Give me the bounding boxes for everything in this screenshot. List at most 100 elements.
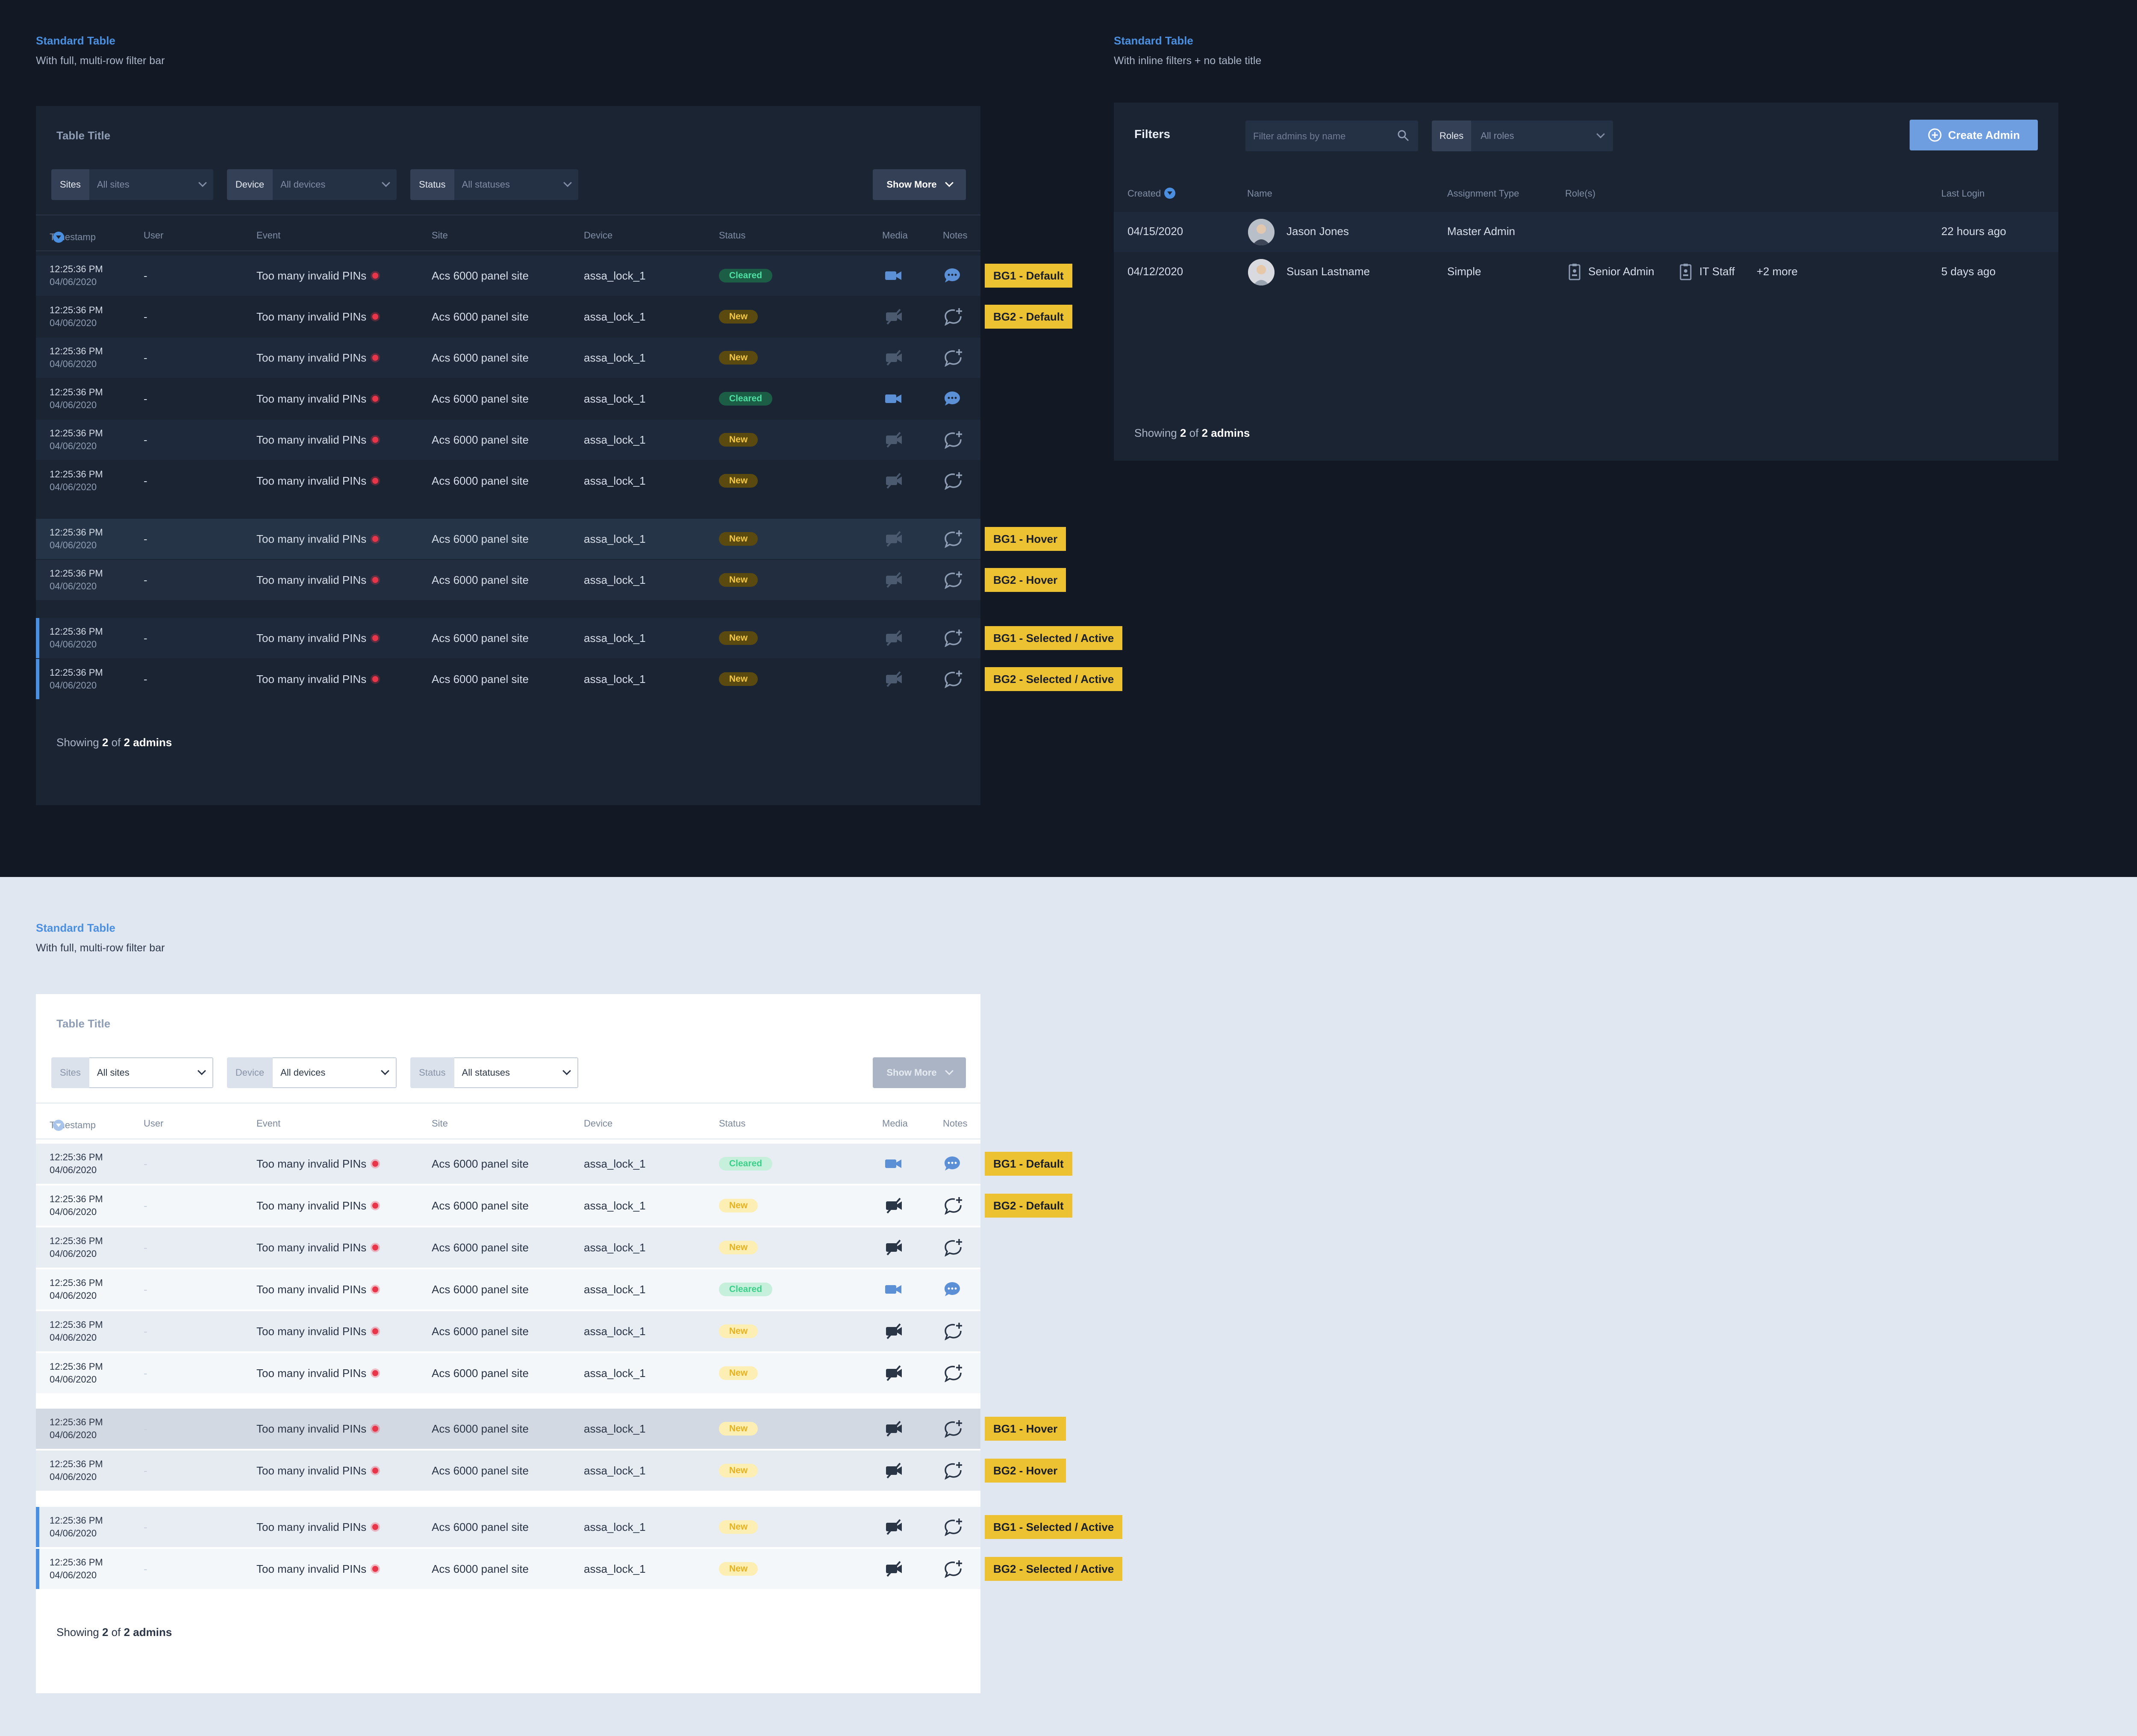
add-note-icon[interactable]	[944, 618, 963, 658]
table-row[interactable]: 12:25:36 PM 04/06/2020 - Too many invalid P…	[36, 519, 980, 559]
table-row[interactable]: 12:25:36 PM 04/06/2020 - Too many invalid P…	[36, 1451, 980, 1491]
admin-row[interactable]: 04/12/2020 Susan Lastname Simple Senior …	[1114, 252, 2058, 292]
chat-icon[interactable]	[944, 379, 961, 419]
filter-select[interactable]: All statuses	[454, 1057, 578, 1088]
state-label: BG1 - Selected / Active	[985, 1515, 1123, 1539]
date: 04/06/2020	[50, 277, 97, 287]
filter-select[interactable]: All sites	[89, 169, 213, 200]
table-footer: Showing 2 of 2 admins	[56, 736, 172, 749]
admin-name[interactable]: Susan Lastname	[1286, 265, 1370, 278]
chat-icon[interactable]	[944, 1144, 961, 1184]
video-off-icon[interactable]	[885, 1409, 903, 1449]
table-row[interactable]: 12:25:36 PM 04/06/2020 - Too many invalid P…	[36, 461, 980, 501]
search-icon[interactable]	[1397, 129, 1410, 142]
video-off-icon[interactable]	[885, 519, 903, 559]
video-off-icon[interactable]	[885, 1507, 903, 1547]
filter-device[interactable]: Device All devices	[227, 169, 397, 200]
filter-status[interactable]: Status All statuses	[410, 169, 578, 200]
time: 12:25:36 PM	[50, 264, 103, 274]
video-off-icon[interactable]	[885, 1186, 903, 1226]
video-off-icon[interactable]	[885, 560, 903, 600]
add-note-icon[interactable]	[944, 1409, 963, 1449]
roles-filter[interactable]: Roles All roles	[1432, 121, 1613, 151]
table-row[interactable]: 12:25:36 PM 04/06/2020 - Too many invalid P…	[36, 379, 980, 419]
table-row[interactable]: 12:25:36 PM 04/06/2020 - Too many invalid P…	[36, 1549, 980, 1589]
col-created[interactable]: Created	[1127, 188, 1176, 200]
status-badge: New	[719, 474, 758, 488]
chat-icon[interactable]	[944, 256, 961, 296]
filter-status[interactable]: Status All statuses	[410, 1057, 578, 1088]
admin-name[interactable]: Jason Jones	[1286, 225, 1349, 238]
video-off-icon[interactable]	[885, 297, 903, 337]
filter-select[interactable]: All sites	[89, 1057, 213, 1088]
table-row[interactable]: 12:25:36 PM 04/06/2020 - Too many invalid P…	[36, 256, 980, 296]
show-more-button[interactable]: Show More	[873, 169, 966, 200]
filter-sites[interactable]: Sites All sites	[51, 169, 213, 200]
table-row[interactable]: 12:25:36 PM 04/06/2020 - Too many invalid P…	[36, 1507, 980, 1547]
video-off-icon[interactable]	[885, 420, 903, 460]
more-roles-link[interactable]: +2 more	[1757, 265, 1798, 278]
table-row[interactable]: 12:25:36 PM 04/06/2020 - Too many invalid P…	[36, 338, 980, 378]
table-row[interactable]: 12:25:36 PM 04/06/2020 - Too many invalid P…	[36, 659, 980, 699]
date: 04/06/2020	[50, 359, 97, 369]
search-input[interactable]: Filter admins by name	[1245, 121, 1418, 151]
video-off-icon[interactable]	[885, 461, 903, 501]
table-row[interactable]: 12:25:36 PM 04/06/2020 - Too many invalid P…	[36, 297, 980, 337]
table-row[interactable]: 12:25:36 PM 04/06/2020 - Too many invalid P…	[36, 1409, 980, 1449]
show-more-button[interactable]: Show More	[873, 1057, 966, 1088]
video-off-icon[interactable]	[885, 1311, 903, 1351]
add-note-icon[interactable]	[944, 1186, 963, 1226]
add-note-icon[interactable]	[944, 297, 963, 337]
table-row[interactable]: 12:25:36 PM 04/06/2020 - Too many invalid P…	[36, 1144, 980, 1184]
add-note-icon[interactable]	[944, 1227, 963, 1268]
add-note-icon[interactable]	[944, 461, 963, 501]
chat-icon[interactable]	[944, 1269, 961, 1309]
add-note-icon[interactable]	[944, 1451, 963, 1491]
video-off-icon[interactable]	[885, 618, 903, 658]
col-event: Event	[256, 1118, 281, 1129]
video-off-icon[interactable]	[885, 659, 903, 699]
table-row[interactable]: 12:25:36 PM 04/06/2020 - Too many invalid P…	[36, 1311, 980, 1351]
roles-filter-select[interactable]: All roles	[1471, 121, 1613, 151]
table-row[interactable]: 12:25:36 PM 04/06/2020 - Too many invalid P…	[36, 560, 980, 600]
add-note-icon[interactable]	[944, 338, 963, 378]
add-note-icon[interactable]	[944, 659, 963, 699]
video-icon[interactable]	[885, 256, 902, 296]
create-admin-button[interactable]: Create Admin	[1910, 120, 2038, 150]
table-row[interactable]: 12:25:36 PM 04/06/2020 - Too many invalid P…	[36, 618, 980, 658]
filter-select[interactable]: All devices	[273, 1057, 397, 1088]
add-note-icon[interactable]	[944, 1311, 963, 1351]
filter-device[interactable]: Device All devices	[227, 1057, 397, 1088]
event-text: Too many invalid PINs	[256, 310, 367, 323]
video-off-icon[interactable]	[885, 1549, 903, 1589]
video-icon[interactable]	[885, 1144, 902, 1184]
add-note-icon[interactable]	[944, 519, 963, 559]
user-cell: -	[144, 1366, 147, 1380]
add-note-icon[interactable]	[944, 1507, 963, 1547]
video-icon[interactable]	[885, 379, 902, 419]
table-row[interactable]: 12:25:36 PM 04/06/2020 - Too many invalid P…	[36, 1186, 980, 1226]
filter-select[interactable]: All statuses	[454, 169, 578, 200]
admin-row[interactable]: 04/15/2020 Jason Jones Master Admin 22 h…	[1114, 212, 2058, 252]
add-note-icon[interactable]	[944, 560, 963, 600]
add-note-icon[interactable]	[944, 1353, 963, 1393]
table-row[interactable]: 12:25:36 PM 04/06/2020 - Too many invalid P…	[36, 1269, 980, 1309]
chevron-down-icon	[197, 1066, 206, 1075]
add-note-icon[interactable]	[944, 1549, 963, 1589]
video-off-icon[interactable]	[885, 338, 903, 378]
date: 04/06/2020	[50, 1374, 97, 1385]
sort-desc-icon[interactable]	[53, 1120, 64, 1131]
table-row[interactable]: 12:25:36 PM 04/06/2020 - Too many invalid P…	[36, 420, 980, 460]
video-icon[interactable]	[885, 1269, 902, 1309]
alert-dot-icon	[372, 1468, 379, 1474]
video-off-icon[interactable]	[885, 1353, 903, 1393]
filter-select[interactable]: All devices	[273, 169, 397, 200]
table-row[interactable]: 12:25:36 PM 04/06/2020 - Too many invalid P…	[36, 1353, 980, 1393]
table-row[interactable]: 12:25:36 PM 04/06/2020 - Too many invalid P…	[36, 1227, 980, 1268]
add-note-icon[interactable]	[944, 420, 963, 460]
sort-desc-icon[interactable]	[53, 232, 64, 243]
video-off-icon[interactable]	[885, 1451, 903, 1491]
sort-desc-icon[interactable]	[1164, 188, 1176, 199]
video-off-icon[interactable]	[885, 1227, 903, 1268]
filter-sites[interactable]: Sites All sites	[51, 1057, 213, 1088]
